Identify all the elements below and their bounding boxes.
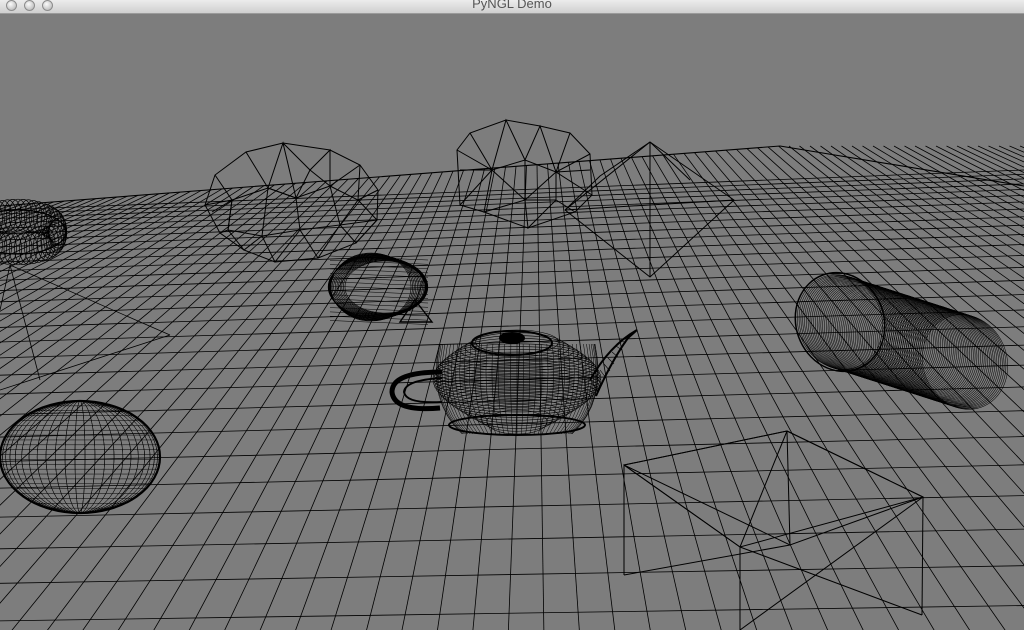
app-window: PyNGL Demo (0, 0, 1024, 630)
window-title: PyNGL Demo (472, 0, 552, 11)
title-bar[interactable]: PyNGL Demo (0, 0, 1024, 14)
gl-viewport[interactable] (0, 15, 1024, 630)
scene-canvas[interactable] (0, 15, 1024, 630)
